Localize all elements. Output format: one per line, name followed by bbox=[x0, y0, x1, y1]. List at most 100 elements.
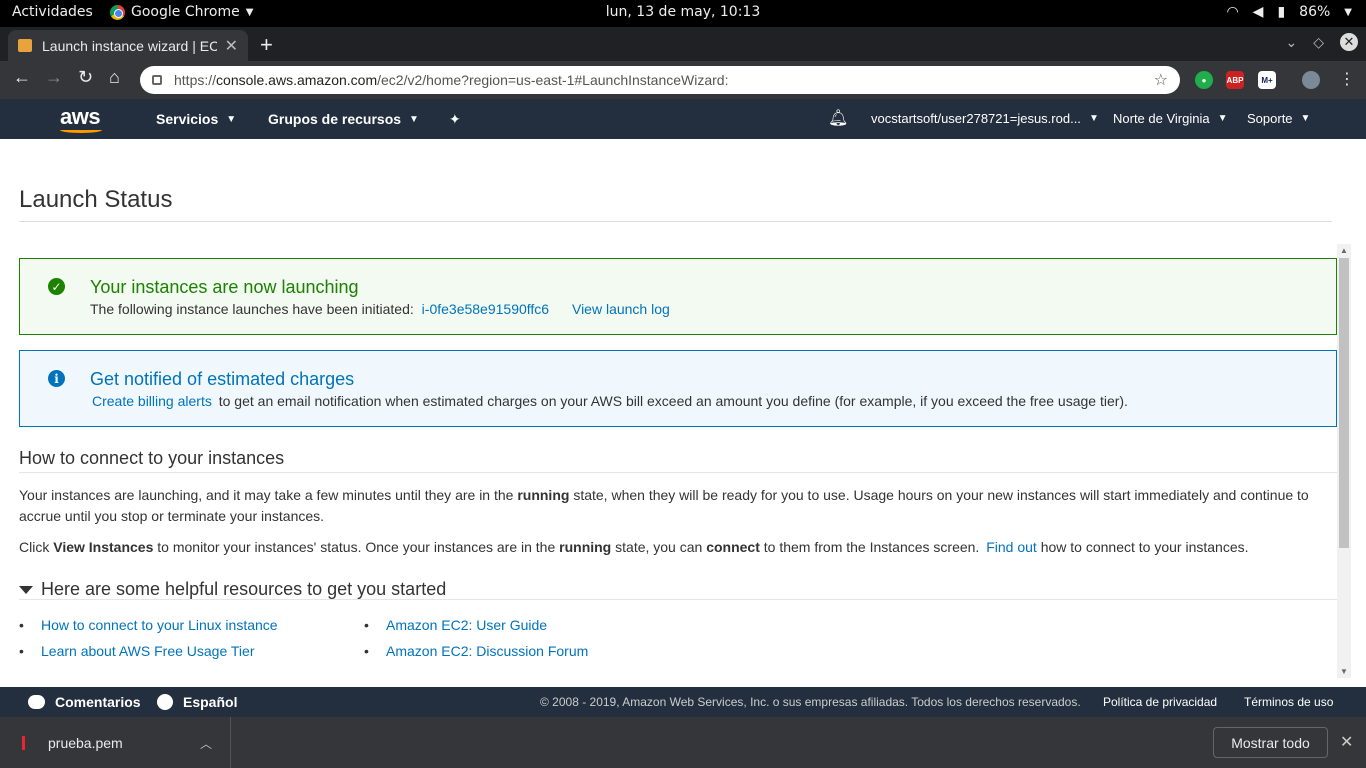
launch-info-paragraph: Your instances are launching, and it may… bbox=[19, 487, 1309, 524]
chevron-down-icon: ▼ bbox=[245, 6, 254, 18]
alert-text: The following instance launches have bee… bbox=[90, 301, 414, 317]
show-all-downloads-button[interactable]: Mostrar todo bbox=[1213, 727, 1328, 758]
volume-icon: ◀ bbox=[1252, 4, 1264, 20]
app-menu[interactable]: Google Chrome ▼ bbox=[110, 4, 253, 20]
aws-footer: Comentarios Español © 2008 - 2019, Amazo… bbox=[0, 687, 1366, 717]
content-scrollbar[interactable]: ▲ ▼ bbox=[1337, 244, 1351, 678]
file-icon bbox=[22, 735, 32, 750]
alert-heading: Get notified of estimated charges bbox=[90, 369, 355, 389]
close-icon[interactable]: ✕ bbox=[225, 36, 238, 56]
free-tier-link[interactable]: Learn about AWS Free Usage Tier bbox=[41, 643, 254, 659]
extension-green-icon[interactable]: ● bbox=[1195, 71, 1213, 89]
support-menu[interactable]: Soporte ▼ bbox=[1247, 111, 1310, 126]
check-circle-icon: ✓ bbox=[48, 278, 65, 295]
alert-text: to get an email notification when estima… bbox=[218, 393, 1128, 409]
find-out-link[interactable]: Find out bbox=[986, 539, 1037, 555]
activities-button[interactable]: Actividades bbox=[12, 4, 93, 20]
tab-title: Launch instance wizard | EC2 Management … bbox=[42, 37, 217, 54]
list-item: Amazon EC2: User Guide bbox=[364, 612, 588, 638]
resources-toggle[interactable]: Here are some helpful resources to get y… bbox=[19, 579, 446, 600]
user-guide-link[interactable]: Amazon EC2: User Guide bbox=[386, 617, 547, 633]
privacy-link[interactable]: Política de privacidad bbox=[1103, 695, 1217, 709]
forward-icon[interactable]: → bbox=[45, 67, 63, 88]
aws-logo[interactable]: aws bbox=[60, 104, 102, 133]
profile-avatar[interactable] bbox=[1302, 71, 1320, 89]
pin-icon[interactable]: ✦ bbox=[449, 111, 461, 128]
chevron-up-icon[interactable]: ︿ bbox=[200, 735, 212, 752]
page-title: Launch Status bbox=[19, 186, 173, 213]
services-menu[interactable]: Servicios ▼ bbox=[156, 111, 236, 127]
list-item: Amazon EC2: Discussion Forum bbox=[364, 638, 588, 664]
aws-favicon-icon bbox=[18, 39, 32, 52]
system-top-bar: Actividades Google Chrome ▼ lun, 13 de m… bbox=[0, 0, 1366, 27]
new-tab-button[interactable]: + bbox=[260, 32, 273, 58]
connect-info-paragraph: Click View Instances to monitor your ins… bbox=[19, 539, 1249, 555]
chevron-down-icon: ▼ bbox=[409, 113, 419, 125]
divider bbox=[19, 599, 1337, 600]
globe-icon bbox=[157, 694, 173, 710]
browser-toolbar: ← → ↻ ⌂ https://console.aws.amazon.com/e… bbox=[0, 61, 1366, 99]
download-shelf: prueba.pem ︿ Mostrar todo ✕ bbox=[0, 717, 1366, 768]
restore-icon[interactable]: ◇ bbox=[1313, 34, 1324, 51]
download-filename: prueba.pem bbox=[48, 734, 123, 751]
lock-icon bbox=[152, 75, 162, 85]
feedback-button[interactable]: Comentarios bbox=[28, 694, 141, 710]
divider bbox=[19, 472, 1337, 473]
window-close-button[interactable]: ✕ bbox=[1340, 33, 1358, 51]
tab-launch-instance-wizard[interactable]: Launch instance wizard | EC2 Management … bbox=[8, 30, 248, 61]
list-item: Learn about AWS Free Usage Tier bbox=[19, 638, 278, 664]
alert-heading: Your instances are now launching bbox=[90, 277, 359, 297]
bookmark-star-icon[interactable]: ☆ bbox=[1154, 70, 1168, 90]
wifi-icon: ◠ bbox=[1226, 4, 1239, 20]
section-heading: How to connect to your instances bbox=[19, 448, 285, 468]
home-icon[interactable]: ⌂ bbox=[109, 67, 120, 88]
chevron-down-icon: ▼ bbox=[1088, 113, 1099, 124]
system-tray[interactable]: ◠ ◀ ▮ 86% ▼ bbox=[1226, 4, 1352, 20]
address-bar[interactable]: https://console.aws.amazon.com/ec2/v2/ho… bbox=[140, 66, 1180, 94]
speech-bubble-icon bbox=[28, 695, 45, 709]
battery-level: 86% bbox=[1299, 4, 1331, 20]
create-billing-alerts-link[interactable]: Create billing alerts bbox=[92, 393, 212, 409]
linux-connect-link[interactable]: How to connect to your Linux instance bbox=[41, 617, 278, 633]
launch-success-alert: ✓ Your instances are now launching The f… bbox=[19, 258, 1337, 335]
app-name: Google Chrome bbox=[131, 4, 240, 20]
close-icon[interactable]: ✕ bbox=[1340, 732, 1353, 752]
resource-groups-menu[interactable]: Grupos de recursos ▼ bbox=[268, 111, 419, 127]
chevron-down-icon: ▼ bbox=[226, 113, 237, 125]
reload-icon[interactable]: ↻ bbox=[78, 67, 93, 88]
billing-info-alert: i Get notified of estimated charges Crea… bbox=[19, 350, 1337, 427]
view-launch-log-link[interactable]: View launch log bbox=[572, 301, 670, 317]
back-icon[interactable]: ← bbox=[13, 67, 31, 88]
caret-down-icon bbox=[19, 585, 33, 594]
resources-list-left: How to connect to your Linux instance Le… bbox=[19, 612, 278, 664]
notifications-bell-icon[interactable]: 🔔︎ bbox=[828, 108, 848, 128]
divider bbox=[19, 221, 1332, 222]
scrollbar-thumb[interactable] bbox=[1339, 258, 1349, 548]
chrome-menu-icon[interactable]: ⋮ bbox=[1339, 69, 1355, 89]
resources-heading: Here are some helpful resources to get y… bbox=[41, 579, 447, 599]
download-item[interactable]: prueba.pem ︿ bbox=[0, 717, 231, 768]
aws-console-header: aws Servicios ▼ Grupos de recursos ▼ ✦ 🔔︎ … bbox=[0, 99, 1366, 139]
chrome-icon bbox=[110, 4, 125, 20]
chevron-down-icon: ▼ bbox=[1344, 6, 1352, 18]
adblock-plus-icon[interactable]: ABP bbox=[1226, 71, 1244, 89]
region-menu[interactable]: Norte de Virginia ▼ bbox=[1113, 111, 1228, 126]
list-item: How to connect to your Linux instance bbox=[19, 612, 278, 638]
clock[interactable]: lun, 13 de may, 10:13 bbox=[606, 4, 761, 20]
info-icon: i bbox=[48, 370, 65, 387]
account-menu[interactable]: vocstartsoft/user278721=jesus.rod... ▼ bbox=[871, 111, 1099, 126]
scroll-down-icon[interactable]: ▼ bbox=[1340, 667, 1348, 676]
instance-id-link[interactable]: i-0fe3e58e91590ffc6 bbox=[422, 301, 549, 317]
battery-icon: ▮ bbox=[1277, 4, 1286, 20]
tab-strip: Launch instance wizard | EC2 Management … bbox=[0, 27, 1366, 61]
language-button[interactable]: Español bbox=[157, 694, 237, 710]
url-text: https://console.aws.amazon.com/ec2/v2/ho… bbox=[174, 72, 729, 88]
terms-link[interactable]: Términos de uso bbox=[1244, 695, 1333, 709]
chevron-down-icon: ▼ bbox=[1217, 113, 1228, 124]
discussion-forum-link[interactable]: Amazon EC2: Discussion Forum bbox=[386, 643, 588, 659]
extension-m-icon[interactable]: M+ bbox=[1258, 71, 1276, 89]
scroll-up-icon[interactable]: ▲ bbox=[1340, 246, 1348, 255]
copyright: © 2008 - 2019, Amazon Web Services, Inc.… bbox=[540, 695, 1081, 709]
resources-list-right: Amazon EC2: User Guide Amazon EC2: Discu… bbox=[364, 612, 588, 664]
tab-search-icon[interactable]: ⌄ bbox=[1285, 34, 1297, 51]
